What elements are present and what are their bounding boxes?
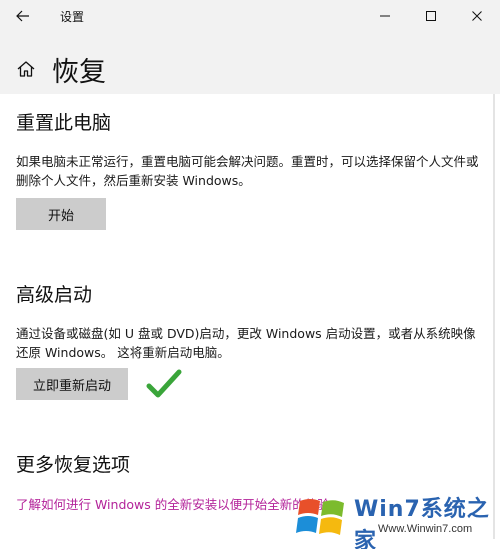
watermark-brand: Win7系统之家 xyxy=(354,497,490,549)
maximize-icon xyxy=(426,11,436,21)
reset-description: 如果电脑未正常运行，重置电脑可能会解决问题。重置时，可以选择保留个人文件或删除个… xyxy=(16,154,479,188)
watermark: Win7系统之家 Www.Winwin7.com xyxy=(296,489,496,549)
window-title: 设置 xyxy=(60,10,85,24)
back-arrow-icon xyxy=(16,10,29,22)
more-section-title: 更多恢复选项 xyxy=(16,454,131,476)
advanced-section-title: 高级启动 xyxy=(16,284,93,306)
minimize-button[interactable] xyxy=(362,0,408,32)
home-icon[interactable] xyxy=(16,60,36,78)
watermark-url: Www.Winwin7.com xyxy=(378,523,473,535)
settings-window: 设置 恢复 重置此电脑 如果电脑未正常运行，重置电脑可能会解决问题。重置时，可以… xyxy=(0,0,500,549)
reset-section-title: 重置此电脑 xyxy=(16,112,112,134)
page-title: 恢复 xyxy=(52,57,106,88)
close-button[interactable] xyxy=(454,0,500,32)
back-button[interactable] xyxy=(0,0,46,32)
fresh-install-link[interactable]: 了解如何进行 Windows 的全新安装以便开始全新的体验 xyxy=(16,494,330,513)
title-bar: 设置 xyxy=(0,0,500,32)
windows-logo-icon xyxy=(296,499,344,535)
scrollbar[interactable] xyxy=(493,94,495,539)
green-check-icon xyxy=(146,369,182,398)
reset-start-button[interactable]: 开始 xyxy=(16,198,106,230)
close-icon xyxy=(472,11,482,21)
maximize-button[interactable] xyxy=(408,0,454,32)
minimize-icon xyxy=(380,15,390,17)
restart-now-button[interactable]: 立即重新启动 xyxy=(16,368,128,400)
page-header: 恢复 xyxy=(0,32,500,94)
advanced-description: 通过设备或磁盘(如 U 盘或 DVD)启动，更改 Windows 启动设置，或者… xyxy=(16,326,476,360)
